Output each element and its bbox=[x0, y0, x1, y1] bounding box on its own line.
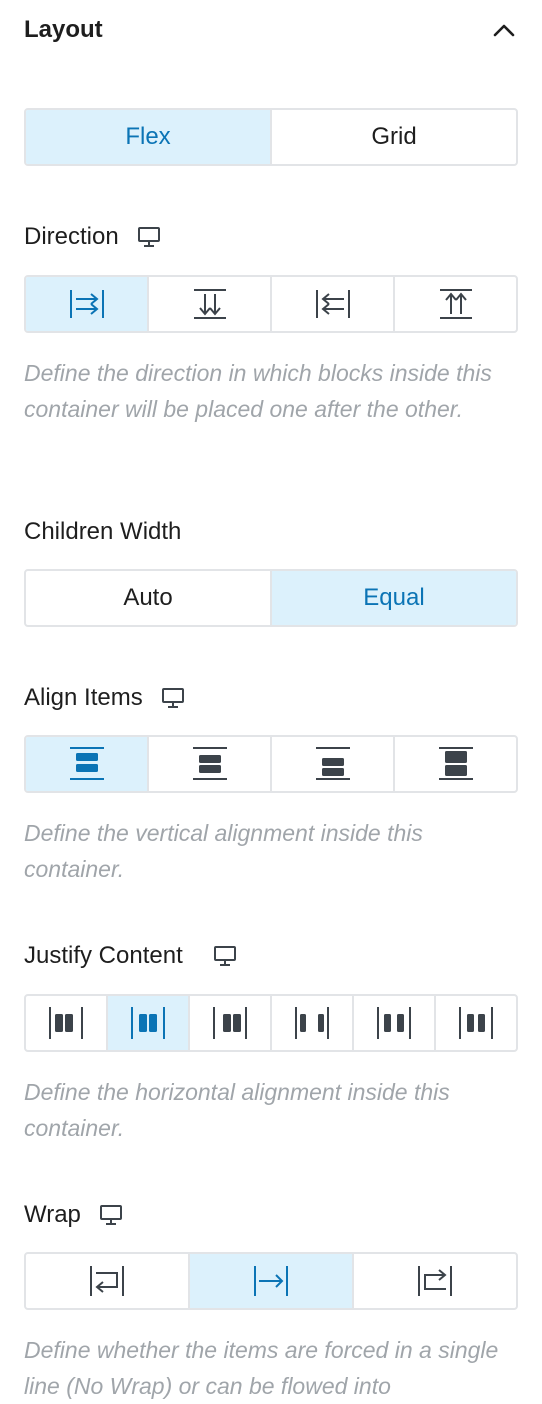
direction-label: Direction bbox=[24, 223, 119, 250]
justify-content-label: Justify Content bbox=[24, 942, 183, 969]
justify-space-around-icon bbox=[374, 1003, 414, 1043]
wrap-reverse-icon bbox=[415, 1261, 455, 1301]
wrap-label-row: Wrap bbox=[24, 1195, 123, 1235]
desktop-icon[interactable] bbox=[213, 945, 237, 967]
wrap-icon bbox=[87, 1261, 127, 1301]
align-center-button[interactable] bbox=[149, 737, 272, 791]
direction-column-button[interactable] bbox=[149, 277, 272, 331]
children-width-label-row: Children Width bbox=[24, 512, 181, 552]
column-icon bbox=[190, 284, 230, 324]
justify-start-button[interactable] bbox=[26, 996, 108, 1050]
wrap-help: Define whether the items are forced in a… bbox=[24, 1337, 499, 1399]
wrap-label: Wrap bbox=[24, 1201, 81, 1228]
align-items-label: Align Items bbox=[24, 684, 143, 711]
nowrap-button[interactable] bbox=[190, 1254, 354, 1308]
justify-center-icon bbox=[128, 1003, 168, 1043]
justify-space-between-button[interactable] bbox=[272, 996, 354, 1050]
panel-header[interactable]: Layout bbox=[24, 0, 518, 60]
row-reverse-icon bbox=[313, 284, 353, 324]
align-items-toggle bbox=[24, 735, 518, 793]
justify-space-around-button[interactable] bbox=[354, 996, 436, 1050]
justify-center-button[interactable] bbox=[108, 996, 190, 1050]
align-end-button[interactable] bbox=[272, 737, 395, 791]
justify-end-button[interactable] bbox=[190, 996, 272, 1050]
align-stretch-button[interactable] bbox=[395, 737, 516, 791]
justify-content-toggle bbox=[24, 994, 518, 1052]
justify-space-evenly-icon bbox=[456, 1003, 496, 1043]
nowrap-icon bbox=[251, 1261, 291, 1301]
grid-button[interactable]: Grid bbox=[272, 110, 516, 164]
direction-help: Define the direction in which blocks ins… bbox=[24, 360, 492, 422]
align-items-label-row: Align Items bbox=[24, 678, 185, 718]
justify-start-icon bbox=[46, 1003, 86, 1043]
flex-button[interactable]: Flex bbox=[26, 110, 272, 164]
layout-type-toggle: Flex Grid bbox=[24, 108, 518, 166]
justify-content-help: Define the horizontal alignment inside t… bbox=[24, 1079, 450, 1141]
direction-label-row: Direction bbox=[24, 217, 161, 257]
direction-row-reverse-button[interactable] bbox=[272, 277, 395, 331]
justify-space-between-icon bbox=[292, 1003, 332, 1043]
desktop-icon[interactable] bbox=[137, 226, 161, 248]
align-start-button[interactable] bbox=[26, 737, 149, 791]
wrap-reverse-button[interactable] bbox=[354, 1254, 516, 1308]
equal-button[interactable]: Equal bbox=[272, 571, 516, 625]
desktop-icon[interactable] bbox=[99, 1204, 123, 1226]
align-start-icon bbox=[67, 744, 107, 784]
justify-content-label-row: Justify Content bbox=[24, 936, 237, 976]
chevron-up-icon[interactable] bbox=[490, 16, 518, 44]
justify-space-evenly-button[interactable] bbox=[436, 996, 516, 1050]
direction-row-button[interactable] bbox=[26, 277, 149, 331]
align-end-icon bbox=[313, 744, 353, 784]
auto-button[interactable]: Auto bbox=[26, 571, 272, 625]
direction-column-reverse-button[interactable] bbox=[395, 277, 516, 331]
direction-toggle bbox=[24, 275, 518, 333]
children-width-toggle: Auto Equal bbox=[24, 569, 518, 627]
panel-title: Layout bbox=[24, 16, 103, 43]
row-icon bbox=[67, 284, 107, 324]
wrap-toggle bbox=[24, 1252, 518, 1310]
align-center-icon bbox=[190, 744, 230, 784]
justify-end-icon bbox=[210, 1003, 250, 1043]
align-stretch-icon bbox=[436, 744, 476, 784]
column-reverse-icon bbox=[436, 284, 476, 324]
align-items-help: Define the vertical alignment inside thi… bbox=[24, 820, 423, 882]
wrap-button[interactable] bbox=[26, 1254, 190, 1308]
children-width-label: Children Width bbox=[24, 518, 182, 545]
desktop-icon[interactable] bbox=[161, 687, 185, 709]
